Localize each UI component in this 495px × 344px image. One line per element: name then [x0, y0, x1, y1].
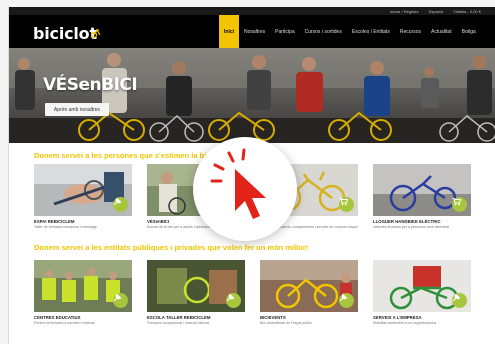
card-subtitle: Bici dinamitzant de l'espai públic: [260, 321, 312, 325]
card-serveis-empresa[interactable]: SERVEIS A L'EMPRESA Mobilitat sostenible…: [373, 260, 471, 325]
hero-learn-button[interactable]: Aprèn amb nosaltres: [45, 103, 109, 116]
section-title-entities: Donem servei a les entitats públiques i …: [34, 243, 309, 252]
card-subtitle: Formació ocupacional i inserció laboral: [147, 321, 210, 325]
card-title: BICIEVENTS: [260, 315, 286, 320]
hero-title: VÉSenBICI: [43, 75, 138, 95]
card-image: [34, 260, 132, 312]
card-escola-taller[interactable]: ESCOLA TALLER REBICICLEM Formació ocupac…: [147, 260, 245, 325]
card-bicievents[interactable]: BICIEVENTS Bici dinamitzant de l'espai p…: [260, 260, 358, 325]
menu-item-actualitat[interactable]: Actualitat: [426, 15, 457, 48]
cart-icon: [339, 197, 354, 212]
card-subtitle: Mobilitat sostenible a les organitzacion…: [373, 321, 437, 325]
bicycle-logo-icon: [91, 28, 101, 39]
wrench-icon: [226, 293, 241, 308]
hero-photo: [9, 48, 495, 143]
screenshot-frame: Iniciar / Registre Espanol Cistella - 0,…: [0, 0, 495, 344]
card-subtitle: Taller de formació mecànica i reciclatge: [34, 225, 97, 229]
menu-item-botiga[interactable]: Botiga: [457, 15, 481, 48]
card-image: [260, 260, 358, 312]
menu-item-inici[interactable]: Inici: [219, 15, 240, 48]
wrench-icon: [113, 293, 128, 308]
menu-item-recursos[interactable]: Recursos: [395, 15, 426, 48]
menu-item-participa[interactable]: Participa: [270, 15, 299, 48]
wrench-icon: [339, 293, 354, 308]
card-image: [147, 260, 245, 312]
section-title-people: Donem servei a les persones que s'estime…: [34, 151, 216, 160]
card-title: LLOGUER HANDBIKE ELÈCTRIC: [373, 219, 441, 224]
cart-link[interactable]: Cistella - 0,00 €: [453, 9, 481, 14]
menu-item-escoles[interactable]: Escoles i Entitats: [347, 15, 395, 48]
main-menu: Inici Nosaltres Participa Cursos i sorti…: [219, 15, 481, 48]
card-image: [34, 164, 132, 216]
card-lloguer-handbike[interactable]: LLOGUER HANDBIKE ELÈCTRIC Vehicles diver…: [373, 164, 471, 229]
card-image: [373, 164, 471, 216]
main-navbar: biciclot Inici Nosaltres Participa Curso…: [9, 15, 495, 48]
language-link[interactable]: Espanol: [429, 9, 443, 14]
card-espai-rebiciclem[interactable]: ESPAI REBICICLEM Taller de formació mecà…: [34, 164, 132, 229]
card-title: ESCOLA TALLER REBICICLEM: [147, 315, 211, 320]
card-centres-educatius[interactable]: CENTRES EDUCATIUS Portem la bicicleta a …: [34, 260, 132, 325]
cart-icon: [452, 197, 467, 212]
card-subtitle: Vehicles diversos per a persones amb div…: [373, 225, 450, 229]
wrench-icon: [452, 293, 467, 308]
click-cursor-icon: [210, 148, 266, 219]
card-title: SERVEIS A L'EMPRESA: [373, 315, 422, 320]
menu-item-cursos[interactable]: Cursos i sortides: [300, 15, 347, 48]
login-link[interactable]: Iniciar / Registre: [390, 9, 419, 14]
click-cursor-overlay: [193, 137, 297, 241]
card-image: [373, 260, 471, 312]
site-logo[interactable]: biciclot: [33, 24, 97, 43]
card-title: CENTRES EDUCATIUS: [34, 315, 81, 320]
top-utility-bar: Iniciar / Registre Espanol Cistella - 0,…: [9, 7, 495, 15]
wrench-icon: [113, 197, 128, 212]
hero-banner: VÉSenBICI Aprèn amb nosaltres: [9, 48, 495, 143]
card-title: ESPAI REBICICLEM: [34, 219, 75, 224]
card-subtitle: Portem la bicicleta a escoles i institut…: [34, 321, 95, 325]
menu-item-nosaltres[interactable]: Nosaltres: [239, 15, 270, 48]
